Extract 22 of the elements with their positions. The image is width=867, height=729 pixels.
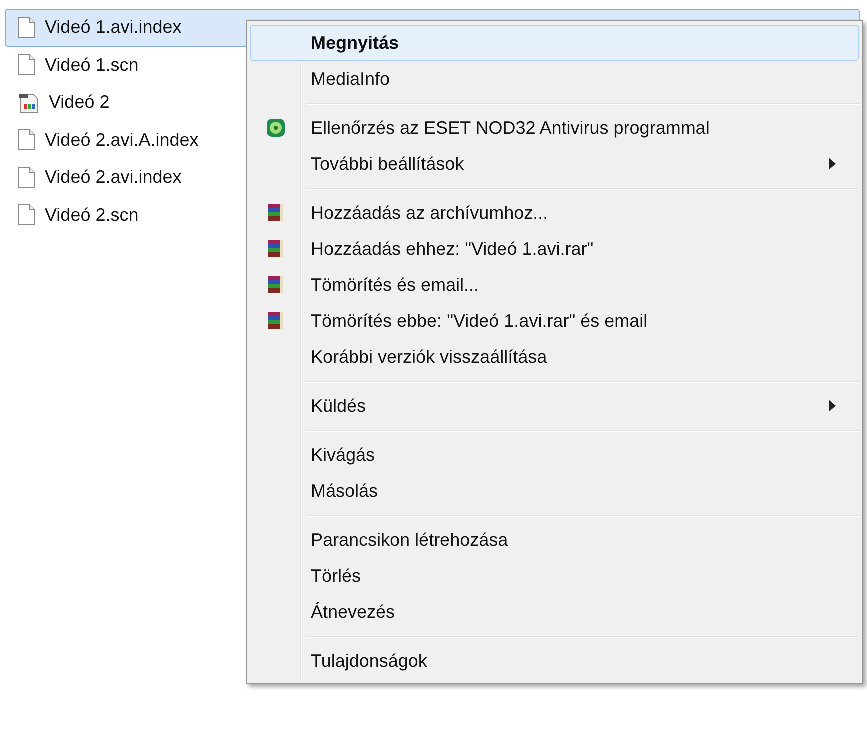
menu-item-label: Hozzáadás az archívumhoz... [310, 202, 548, 224]
menu-item-label: További beállítások [310, 152, 464, 176]
menu-item-label: Kivágás [310, 444, 376, 467]
file-name: Videó 2.avi.A.index [45, 128, 199, 152]
menu-item-label: Törlés [310, 564, 362, 588]
menu-item-label: MediaInfo [310, 68, 390, 90]
menu-item-label: Másolás [310, 480, 378, 502]
menu-item-label: Hozzáadás ehhez: "Videó 1.avi.rar" [310, 238, 594, 260]
file-name: Videó 2 [49, 91, 110, 114]
menu-item-label: Korábbi verziók visszaállítása [310, 346, 548, 368]
file-name: Videó 2.avi.index [45, 166, 182, 190]
menu-item-label: Ellenőrzés az ESET NOD32 Antivirus programmal [310, 116, 710, 140]
menu-item-label: Átnevezés [310, 600, 396, 624]
menu-item-label: Megnyitás [310, 32, 400, 55]
file-name: Videó 2.scn [45, 204, 139, 227]
menu-item-label: Tömörítés és email... [310, 274, 480, 296]
file-name: Videó 1.avi.index [45, 16, 182, 40]
file-name: Videó 1.scn [45, 54, 139, 77]
menu-item-label: Tömörítés ebbe: "Videó 1.avi.rar" és email [310, 310, 648, 332]
menu-item-label: Tulajdonságok [310, 650, 428, 673]
menu-item-label: Parancsikon létrehozása [310, 528, 508, 552]
menu-item-label: Küldés [310, 394, 366, 418]
